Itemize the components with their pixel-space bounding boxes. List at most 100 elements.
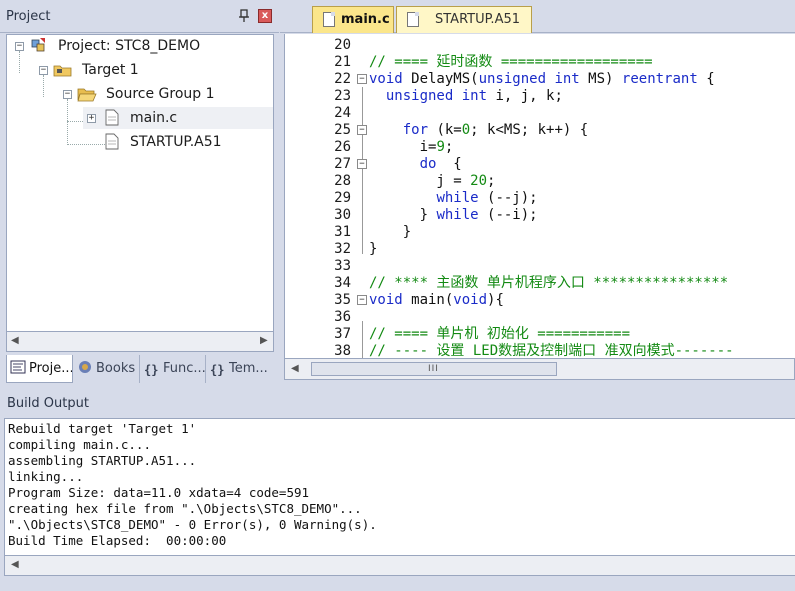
code-line: 28 j = 20; (334, 173, 496, 189)
editor-horizontal-scrollbar[interactable]: ◀ III (284, 358, 795, 380)
tree-item-file-label: main.c (130, 110, 178, 126)
target-folder-icon (53, 65, 72, 77)
tree-item-source-group[interactable]: − Source Group 1 (7, 83, 273, 105)
tree-item-target-label: Target 1 (82, 62, 139, 78)
code-line: 31 } (334, 224, 412, 240)
code-line: 35− void main(void){ (334, 292, 504, 308)
code-line: 24 (334, 105, 351, 121)
code-line: 27− do { (334, 156, 462, 172)
tab-templates[interactable]: {} Tem... (207, 355, 274, 383)
file-icon (323, 12, 335, 27)
project-panel-header: Project x (0, 0, 279, 33)
fold-collapse-icon[interactable]: − (357, 125, 367, 135)
code-line: 38// ---- 设置 LED数据及控制端口 准双向模式------- (334, 343, 734, 358)
tree-item-group-label: Source Group 1 (106, 86, 215, 102)
fold-collapse-icon[interactable]: − (357, 159, 367, 169)
code-line: 36 (334, 309, 351, 325)
code-line: 34// **** 主函数 单片机程序入口 **************** (334, 275, 729, 291)
log-line: assembling STARTUP.A51... (8, 453, 197, 468)
log-line: compiling main.c... (8, 437, 151, 452)
collapse-icon[interactable]: − (63, 90, 72, 99)
collapse-icon[interactable]: − (39, 66, 48, 75)
log-line: creating hex file from ".\Objects\STC8_D… (8, 501, 362, 516)
project-panel-title: Project (6, 9, 51, 24)
code-line: 33 (334, 258, 351, 274)
tab-main-c[interactable]: main.c (312, 6, 394, 33)
editor-tab-bar: main.c STARTUP.A51 (280, 0, 795, 33)
file-icon (105, 133, 119, 150)
functions-icon: {} (144, 363, 159, 377)
project-icon (10, 360, 26, 374)
close-icon: x (261, 10, 269, 21)
tree-item-file[interactable]: STARTUP.A51 (7, 131, 273, 153)
pin-icon[interactable] (238, 9, 250, 23)
tab-startup-a51-label: STARTUP.A51 (435, 12, 521, 27)
scrollbar-thumb[interactable]: III (311, 362, 557, 376)
code-line: 21// ==== 延时函数 ================== (334, 54, 653, 70)
log-line: ".\Objects\STC8_DEMO" - 0 Error(s), 0 Wa… (8, 517, 377, 532)
code-line: 37// ==== 单片机 初始化 =========== (334, 326, 631, 342)
uvision-window: Project x − Project: STC8_DEMO − Target … (0, 0, 795, 591)
fold-collapse-icon[interactable]: − (357, 295, 367, 305)
scroll-left-icon[interactable]: ◀ (11, 335, 19, 346)
log-line: Build Time Elapsed: 00:00:00 (8, 533, 227, 548)
code-text: void DelayMS(unsigned int MS) reentrant … (369, 71, 715, 87)
expand-icon[interactable]: + (87, 114, 96, 123)
tab-templates-label: Tem... (229, 361, 268, 376)
log-line: linking... (8, 469, 84, 484)
code-line: 25− for (k=0; k<MS; k++) { (334, 122, 589, 138)
close-panel-button[interactable]: x (258, 9, 272, 23)
build-output-header: Build Output (0, 388, 795, 418)
code-text: } while (--i); (369, 207, 538, 223)
code-line: 30 } while (--i); (334, 207, 538, 223)
log-line: Rebuild target 'Target 1' (8, 421, 197, 436)
tab-project[interactable]: Proje... (6, 355, 73, 383)
project-panel: Project x − Project: STC8_DEMO − Target … (0, 0, 279, 384)
books-icon (79, 361, 91, 373)
code-text: for (k=0; k<MS; k++) { (402, 122, 589, 138)
code-text: i=9; (369, 139, 454, 155)
folder-open-icon (77, 88, 97, 102)
project-panel-tabs: Proje... Books {} Func... {} Tem... (6, 355, 274, 383)
tree-item-target[interactable]: − Target 1 (7, 59, 273, 81)
tree-horizontal-scrollbar[interactable]: ◀ ▶ (6, 332, 274, 352)
code-text: do { (419, 156, 462, 172)
code-line: 26 i=9; (334, 139, 454, 155)
code-line: 22− void DelayMS(unsigned int MS) reentra… (334, 71, 715, 87)
code-line: 29 while (--j); (334, 190, 538, 206)
scroll-grip-icon: III (428, 364, 439, 374)
tab-project-label: Proje... (29, 361, 73, 376)
templates-icon: {} (210, 363, 225, 377)
tab-functions-label: Func... (163, 361, 206, 376)
code-text: j = 20; (369, 173, 496, 189)
code-text: void main(void){ (369, 292, 504, 308)
scroll-left-icon[interactable]: ◀ (291, 363, 299, 374)
fold-collapse-icon[interactable]: − (357, 74, 367, 84)
build-output-title: Build Output (7, 396, 89, 411)
file-icon (407, 12, 419, 27)
tab-main-c-label: main.c (341, 12, 390, 27)
build-output-log[interactable]: Rebuild target 'Target 1' compiling main… (4, 418, 795, 556)
scroll-right-icon[interactable]: ▶ (260, 335, 268, 346)
code-line: 23 unsigned int i, j, k; (334, 88, 563, 104)
collapse-icon[interactable]: − (15, 42, 24, 51)
tab-books-label: Books (96, 361, 136, 376)
tab-books[interactable]: Books (74, 355, 140, 383)
build-output-horizontal-scrollbar[interactable]: ◀ (4, 556, 795, 576)
project-tree[interactable]: − Project: STC8_DEMO − Target 1 − Source… (6, 34, 274, 332)
tree-item-file[interactable]: + main.c (7, 107, 273, 129)
code-editor[interactable]: 20 21// ==== 延时函数 ================== 22−… (284, 34, 795, 358)
log-line: Program Size: data=11.0 xdata=4 code=591 (8, 485, 310, 500)
status-strip (0, 577, 795, 591)
code-text: while (--j); (436, 190, 538, 206)
scroll-left-icon[interactable]: ◀ (11, 559, 19, 570)
code-line: 20 (334, 37, 351, 53)
file-icon (105, 109, 119, 126)
tab-functions[interactable]: {} Func... (141, 355, 206, 383)
tab-startup-a51[interactable]: STARTUP.A51 (396, 6, 532, 33)
tree-item-project-label: Project: STC8_DEMO (58, 38, 201, 54)
project-icon (31, 38, 45, 52)
tree-item-file-label: STARTUP.A51 (130, 134, 222, 150)
tree-item-project[interactable]: − Project: STC8_DEMO (7, 35, 273, 57)
code-line: 32} (334, 241, 378, 257)
